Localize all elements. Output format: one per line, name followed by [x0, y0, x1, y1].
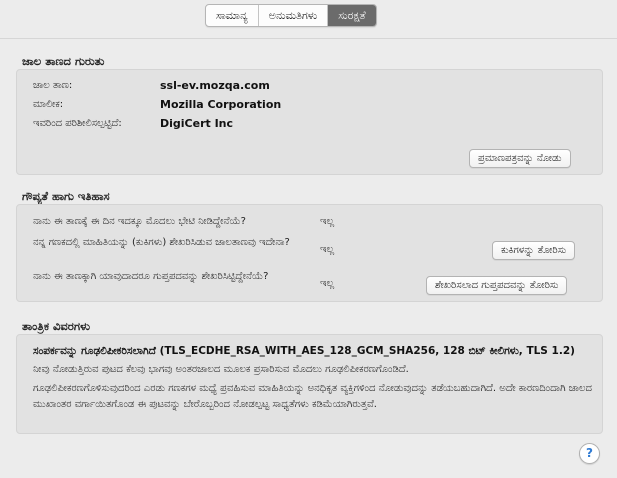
website-value: ssl-ev.mozqa.com: [160, 79, 270, 92]
view-certificate-button[interactable]: ಪ್ರಮಾಣಪತ್ರವನ್ನು ನೋಡು: [469, 149, 571, 168]
header-divider: [0, 38, 617, 39]
technical-section-title: ತಾಂತ್ರಿಕ ವಿವರಗಳು: [22, 319, 91, 333]
page-info-security: ಸಾಮಾನ್ಯ ಅನುಮತಿಗಳು ಸುರಕ್ಷತೆ ಜಾಲ ತಾಣದ ಗುರು…: [0, 0, 617, 478]
privacy-section-title: ಗೌಪ್ಯತೆ ಹಾಗು ಇತಿಹಾಸ: [22, 189, 110, 203]
tab-permissions[interactable]: ಅನುಮತಿಗಳು: [259, 5, 329, 26]
encryption-paragraph-2: ಗೂಢಲಿಪೀಕರಣಗೊಳಿಸುವುದರಿಂದ ಎರಡು ಗಣಕಗಳ ಮಧ್ಯೆ…: [33, 383, 592, 410]
show-cookies-button[interactable]: ಕುಕಿಗಳನ್ನು ತೋರಿಸು: [492, 241, 576, 260]
verifier-value: DigiCert Inc: [160, 117, 234, 130]
passwords-question: ನಾನು ಈ ತಾಣಕ್ಕಾಗಿ ಯಾವುದಾದರೂ ಗುಪ್ತಪದವನ್ನು …: [33, 271, 269, 282]
owner-label: ಮಾಲೀಕ:: [33, 99, 64, 110]
identity-section-title: ಜಾಲ ತಾಣದ ಗುರುತು: [22, 54, 105, 68]
show-saved-passwords-button[interactable]: ಶೇಖರಿಸಲಾದ ಗುಪ್ತಪದವನ್ನು ತೋರಿಸು: [426, 276, 568, 295]
cookies-question: ನನ್ನ ಗಣಕದಲ್ಲಿ ಮಾಹಿತಿಯನ್ನು (ಕುಕಿಗಳು) ಶೇಖರ…: [33, 237, 290, 248]
connection-encrypted-text: ಸಂಪರ್ಕವನ್ನು ಗೂಢಲಿಪೀಕರಿಸಲಾಗಿದೆ (TLS_ECDHE…: [33, 345, 575, 357]
passwords-answer: ಇಲ್ಲ: [320, 278, 335, 289]
tab-security[interactable]: ಸುರಕ್ಷತೆ: [328, 5, 376, 26]
tab-bar: ಸಾಮಾನ್ಯ ಅನುಮತಿಗಳು ಸುರಕ್ಷತೆ: [205, 4, 377, 27]
visited-today-answer: ಇಲ್ಲ: [320, 216, 335, 227]
cookies-answer: ಇಲ್ಲ: [320, 244, 335, 255]
encryption-paragraph-1: ನೀವು ನೋಡುತ್ತಿರುವ ಪುಟದ ಕೆಲವು ಭಾಗವು ಅಂತರಜಾ…: [33, 364, 409, 375]
privacy-box: ನಾನು ಈ ತಾಣಕ್ಕೆ ಈ ದಿನ ಇದಕ್ಕೂ ಮೊದಲು ಭೇಟಿ ನ…: [16, 204, 603, 302]
visited-today-question: ನಾನು ಈ ತಾಣಕ್ಕೆ ಈ ದಿನ ಇದಕ್ಕೂ ಮೊದಲು ಭೇಟಿ ನ…: [33, 216, 246, 227]
tab-general[interactable]: ಸಾಮಾನ್ಯ: [206, 5, 259, 26]
verifier-label: ಇವರಿಂದ ಪರಿಶೀಲಿಸಲ್ಪಟ್ಟಿದೆ:: [33, 118, 122, 129]
identity-box: ಜಾಲ ತಾಣ: ssl-ev.mozqa.com ಮಾಲೀಕ: Mozilla…: [16, 69, 603, 175]
owner-value: Mozilla Corporation: [160, 98, 282, 111]
help-button[interactable]: ?: [579, 443, 600, 464]
website-label: ಜಾಲ ತಾಣ:: [33, 80, 73, 91]
